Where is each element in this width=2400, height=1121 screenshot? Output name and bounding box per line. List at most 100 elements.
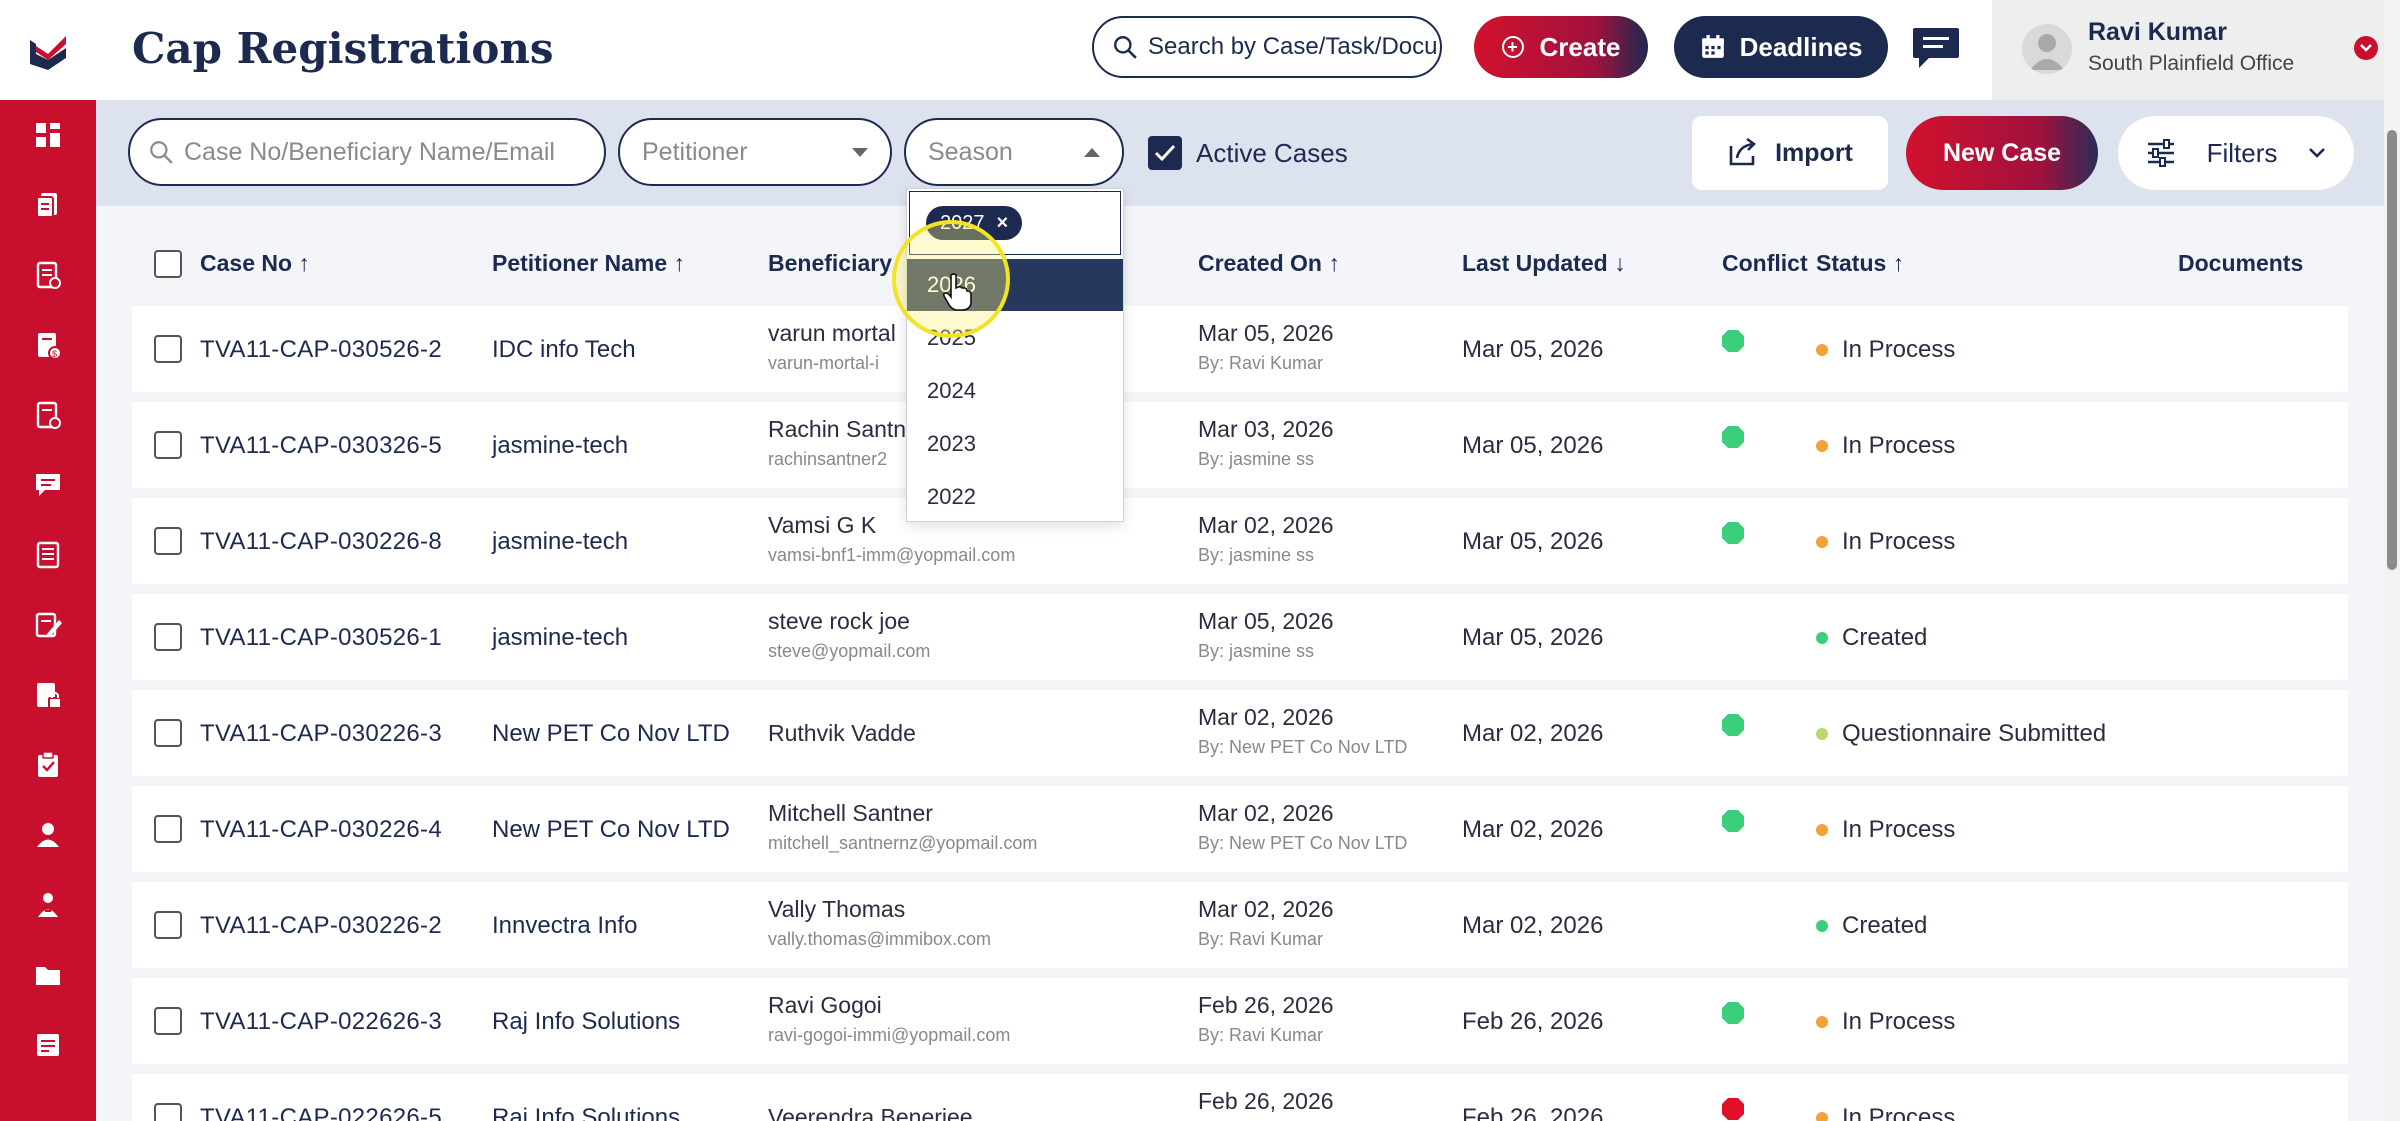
- case-number[interactable]: TVA11-CAP-022626-5: [200, 1104, 442, 1121]
- import-button[interactable]: Import: [1692, 116, 1888, 190]
- status-label: Questionnaire Submitted: [1842, 720, 2107, 747]
- season-option-2024[interactable]: 2024: [907, 365, 1123, 417]
- conflict-ok-icon: [1722, 426, 1744, 448]
- close-icon[interactable]: ×: [997, 212, 1009, 235]
- table-row[interactable]: TVA11-CAP-030226-4 New PET Co Nov LTD Mitc…: [132, 786, 2348, 872]
- col-status[interactable]: Status ↑: [1816, 250, 1904, 277]
- sidebar-item-dashboard[interactable]: [0, 100, 96, 170]
- col-petitioner[interactable]: Petitioner Name ↑: [492, 250, 685, 277]
- beneficiary-name: Ruthvik Vadde: [768, 720, 916, 746]
- conflict-ok-icon: [1722, 714, 1744, 736]
- table-row[interactable]: TVA11-CAP-022626-3 Raj Info Solutions Ravi…: [132, 978, 2348, 1064]
- search-icon: [150, 141, 173, 164]
- sidebar-item-notes[interactable]: [0, 1010, 96, 1080]
- deadlines-button[interactable]: Deadlines: [1674, 16, 1888, 78]
- table-row[interactable]: TVA11-CAP-030326-5 jasmine-tech Rachin San…: [132, 402, 2348, 488]
- case-number[interactable]: TVA11-CAP-030226-3: [200, 720, 442, 748]
- case-number[interactable]: TVA11-CAP-022626-3: [200, 1008, 442, 1036]
- table-row[interactable]: TVA11-CAP-030226-2 Innvectra Info Vally Th…: [132, 882, 2348, 968]
- col-created-on[interactable]: Created On ↑: [1198, 250, 1340, 277]
- row-checkbox[interactable]: [154, 719, 182, 747]
- table-row[interactable]: TVA11-CAP-030526-2 IDC info Tech varun mor…: [132, 306, 2348, 392]
- select-all-checkbox[interactable]: [154, 250, 182, 278]
- row-checkbox[interactable]: [154, 1007, 182, 1035]
- task-icon: [36, 401, 61, 429]
- create-button[interactable]: + Create: [1474, 16, 1648, 78]
- new-case-button[interactable]: New Case: [1906, 116, 2098, 190]
- active-cases-toggle[interactable]: Active Cases: [1148, 136, 1348, 170]
- season-dropdown-input[interactable]: 2027 ×: [909, 191, 1121, 255]
- chevron-down-icon[interactable]: [2354, 36, 2378, 60]
- sidebar-item-ledger[interactable]: [0, 520, 96, 590]
- status-dot: [1816, 728, 1828, 740]
- case-search-input[interactable]: [184, 137, 604, 167]
- season-option-2023[interactable]: 2023: [907, 418, 1123, 470]
- table-row[interactable]: TVA11-CAP-022626-5 Raj Info Solutions Veer…: [132, 1074, 2348, 1121]
- row-checkbox[interactable]: [154, 335, 182, 363]
- sidebar-item-checklist[interactable]: [0, 240, 96, 310]
- petitioner-input[interactable]: [642, 137, 832, 167]
- beneficiary-cell: steve rock joe steve@yopmail.com: [768, 608, 930, 662]
- created-cell: Mar 03, 2026 By: jasmine ss: [1198, 416, 1334, 470]
- sidebar-item-invoice[interactable]: $: [0, 310, 96, 380]
- created-by: By: New PET Co Nov LTD: [1198, 737, 1408, 757]
- case-search[interactable]: [128, 118, 606, 186]
- case-number[interactable]: TVA11-CAP-030226-4: [200, 816, 442, 844]
- season-option-2026[interactable]: 2026: [907, 259, 1123, 311]
- petitioner-name: Raj Info Solutions: [492, 1008, 681, 1035]
- user-menu[interactable]: Ravi Kumar South Plainfield Office: [1992, 0, 2400, 100]
- sidebar-item-edit-notes[interactable]: [0, 590, 96, 660]
- sidebar-item-documents[interactable]: [0, 170, 96, 240]
- conflict-indicator: [1720, 712, 1746, 743]
- col-case-no[interactable]: Case No ↑: [200, 250, 310, 277]
- row-checkbox[interactable]: [154, 623, 182, 651]
- global-search[interactable]: [1092, 16, 1442, 78]
- table-row[interactable]: TVA11-CAP-030226-8 jasmine-tech Vamsi G Kv…: [132, 498, 2348, 584]
- scrollbar-thumb[interactable]: [2387, 130, 2397, 570]
- col-beneficiary[interactable]: Beneficiary: [768, 250, 892, 277]
- row-checkbox[interactable]: [154, 815, 182, 843]
- sidebar-item-folder[interactable]: [0, 940, 96, 1010]
- created-by: By: New PET Co Nov LTD: [1198, 833, 1408, 853]
- table-row[interactable]: TVA11-CAP-030526-1 jasmine-tech steve rock…: [132, 594, 2348, 680]
- case-number[interactable]: TVA11-CAP-030326-5: [200, 432, 442, 460]
- case-number[interactable]: TVA11-CAP-030526-1: [200, 624, 442, 652]
- sidebar-item-locked-file[interactable]: [0, 660, 96, 730]
- team-icon: [38, 893, 58, 917]
- conflict-indicator: [1720, 424, 1746, 455]
- case-number[interactable]: TVA11-CAP-030226-8: [200, 528, 442, 556]
- season-input[interactable]: [928, 137, 1068, 167]
- sidebar-item-task[interactable]: [0, 380, 96, 450]
- last-updated: Mar 02, 2026: [1462, 816, 1604, 843]
- case-number[interactable]: TVA11-CAP-030226-2: [200, 912, 442, 940]
- col-last-updated[interactable]: Last Updated ↓: [1462, 250, 1626, 277]
- filters-button[interactable]: Filters: [2118, 116, 2354, 190]
- folder-icon: [36, 967, 60, 985]
- svg-text:$: $: [52, 349, 57, 359]
- table-row[interactable]: TVA11-CAP-030226-3 New PET Co Nov LTD Ruth…: [132, 690, 2348, 776]
- dashboard-icon: [36, 123, 60, 147]
- case-number[interactable]: TVA11-CAP-030526-2: [200, 336, 442, 364]
- row-checkbox[interactable]: [154, 527, 182, 555]
- season-option-2022[interactable]: 2022: [907, 471, 1123, 523]
- sidebar-item-team[interactable]: [0, 870, 96, 940]
- row-checkbox[interactable]: [154, 431, 182, 459]
- sidebar-item-user[interactable]: [0, 800, 96, 870]
- beneficiary-cell: Ravi Gogoi ravi-gogoi-immi@yopmail.com: [768, 992, 1010, 1046]
- row-checkbox[interactable]: [154, 1103, 182, 1121]
- row-checkbox[interactable]: [154, 911, 182, 939]
- active-cases-checkbox[interactable]: [1148, 136, 1182, 170]
- season-select[interactable]: [904, 118, 1124, 186]
- chat-button[interactable]: [1906, 22, 1966, 74]
- petitioner-select[interactable]: [618, 118, 892, 186]
- sidebar-item-clipboard[interactable]: [0, 730, 96, 800]
- filter-bar: Active Cases Import New Case Filters: [96, 100, 2384, 206]
- global-search-input[interactable]: [1148, 33, 1438, 61]
- beneficiary-email: ravi-gogoi-immi@yopmail.com: [768, 1025, 1011, 1045]
- app-logo[interactable]: [0, 0, 96, 100]
- season-option-2025[interactable]: 2025: [907, 312, 1123, 364]
- page-title: Cap Registrations: [132, 24, 554, 73]
- chevron-down-icon: [2309, 148, 2325, 158]
- sidebar-item-messages[interactable]: [0, 450, 96, 520]
- status-badge: Created: [1816, 912, 1927, 940]
